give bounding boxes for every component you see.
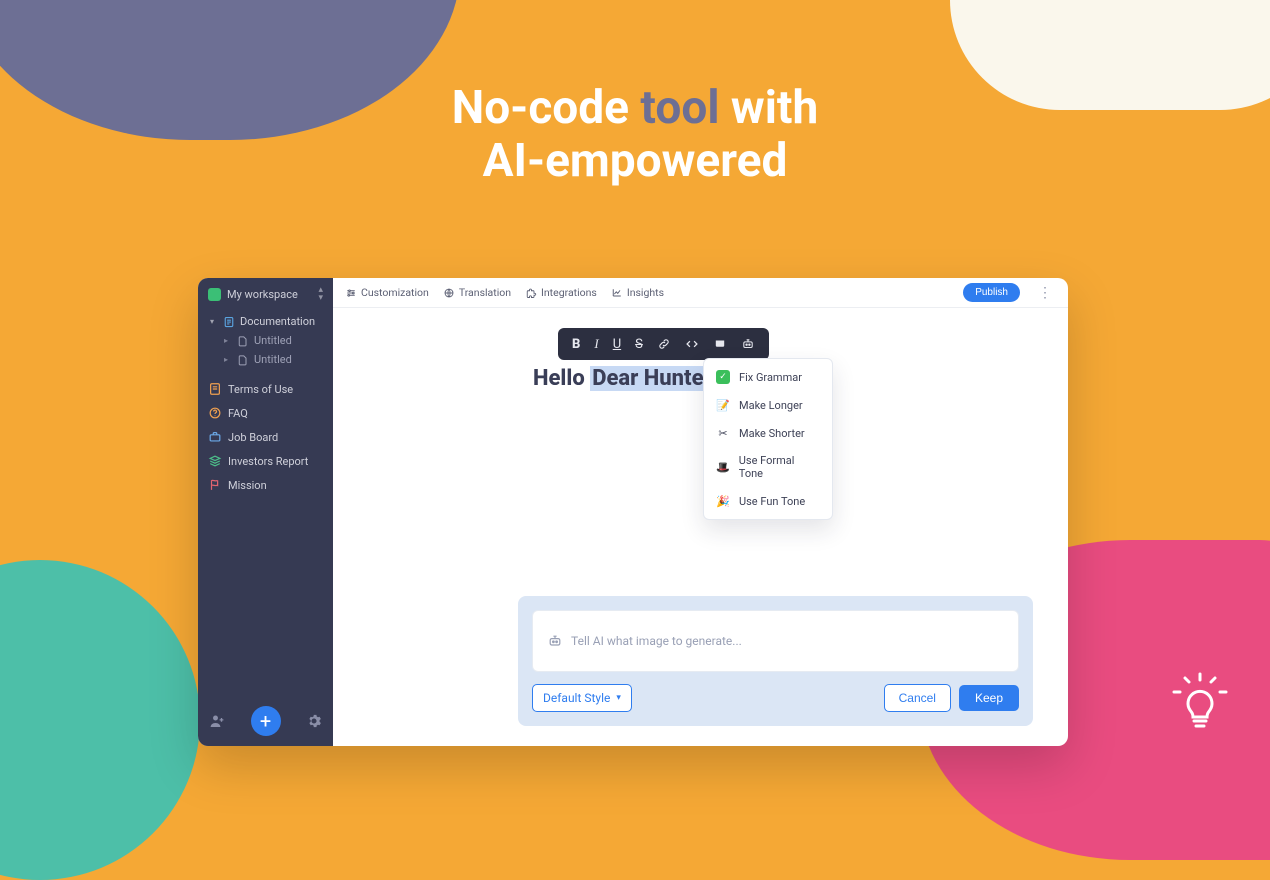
ai-item-label: Make Shorter: [739, 427, 805, 440]
sort-icon: ▴▾: [318, 286, 323, 302]
topbar: Customization Translation Integrations I…: [333, 278, 1068, 308]
ai-item-fun-tone[interactable]: 🎉 Use Fun Tone: [704, 487, 832, 515]
fill-button[interactable]: [713, 337, 727, 351]
globe-icon: [443, 287, 455, 299]
nav-item-faq[interactable]: FAQ: [198, 401, 333, 425]
nav-item-terms[interactable]: Terms of Use: [198, 377, 333, 401]
puzzle-icon: [525, 287, 537, 299]
cancel-button[interactable]: Cancel: [884, 684, 951, 712]
tab-customization[interactable]: Customization: [345, 286, 429, 299]
nav-item-label: FAQ: [228, 407, 248, 420]
chevron-down-icon: ▾: [616, 693, 621, 703]
editor-canvas[interactable]: B I U S Hello Dear Hunte ✓ Fix Grammar 📝: [333, 308, 1068, 746]
document-heading[interactable]: Hello Dear Hunte: [533, 366, 706, 391]
page-icon: [237, 354, 249, 366]
add-fab-button[interactable]: +: [251, 706, 281, 736]
nav-item-mission[interactable]: Mission: [198, 473, 333, 497]
tab-label: Translation: [459, 286, 511, 299]
document-tree: ▾ Documentation ▸ Untitled ▸ Untitled: [198, 310, 333, 371]
tree-item-child[interactable]: ▸ Untitled: [198, 350, 333, 369]
app-window: My workspace ▴▾ ▾ Documentation ▸ Untitl…: [198, 278, 1068, 746]
chart-line-icon: [611, 287, 623, 299]
workspace-name: My workspace: [227, 288, 298, 301]
tab-label: Integrations: [541, 286, 597, 299]
nav-item-label: Investors Report: [228, 455, 308, 468]
heading-text-selected: Dear Hunte: [590, 366, 705, 391]
tree-item-documentation[interactable]: ▾ Documentation: [198, 312, 333, 331]
publish-button[interactable]: Publish: [963, 283, 1020, 302]
invite-user-icon[interactable]: [208, 712, 226, 730]
document-icon: [208, 382, 222, 396]
top-hat-icon: 🎩: [716, 460, 730, 474]
briefcase-icon: [208, 430, 222, 444]
sliders-icon: [345, 287, 357, 299]
lightbulb-icon: [1168, 668, 1232, 732]
ai-item-make-shorter[interactable]: ✂ Make Shorter: [704, 419, 832, 447]
ai-item-label: Use Formal Tone: [739, 454, 820, 480]
underline-button[interactable]: U: [613, 337, 621, 352]
caret-right-icon: ▸: [224, 336, 232, 345]
ai-item-fix-grammar[interactable]: ✓ Fix Grammar: [704, 363, 832, 391]
ai-item-make-longer[interactable]: 📝 Make Longer: [704, 391, 832, 419]
tab-translation[interactable]: Translation: [443, 286, 511, 299]
sidebar: My workspace ▴▾ ▾ Documentation ▸ Untitl…: [198, 278, 333, 746]
caret-down-icon: ▾: [210, 317, 218, 326]
more-menu-icon[interactable]: ⋮: [1034, 285, 1056, 301]
style-select-label: Default Style: [543, 691, 610, 705]
workspace-switcher[interactable]: My workspace ▴▾: [198, 278, 333, 310]
tree-item-label: Untitled: [254, 353, 292, 366]
italic-button[interactable]: I: [594, 336, 598, 352]
main-pane: Customization Translation Integrations I…: [333, 278, 1068, 746]
question-icon: [208, 406, 222, 420]
code-button[interactable]: [685, 337, 699, 351]
hero-heading: No-code tool with AI-empowered: [0, 82, 1270, 188]
hero-text-1a: No-code: [452, 81, 641, 135]
nav-item-label: Job Board: [228, 431, 278, 444]
tab-insights[interactable]: Insights: [611, 286, 664, 299]
nav-item-jobboard[interactable]: Job Board: [198, 425, 333, 449]
nav-item-label: Mission: [228, 479, 267, 492]
ai-image-panel: Tell AI what image to generate... Defaul…: [518, 596, 1033, 726]
hero-text-2: AI-empowered: [0, 135, 1270, 188]
tree-item-child[interactable]: ▸ Untitled: [198, 331, 333, 350]
flag-icon: [208, 478, 222, 492]
robot-icon: [547, 633, 563, 649]
nav-item-investors[interactable]: Investors Report: [198, 449, 333, 473]
ai-prompt-placeholder: Tell AI what image to generate...: [571, 634, 742, 648]
ai-item-label: Fix Grammar: [739, 371, 802, 384]
link-button[interactable]: [657, 337, 671, 351]
nav-item-label: Terms of Use: [228, 383, 293, 396]
tab-label: Insights: [627, 286, 664, 299]
hero-accent: tool: [640, 81, 719, 135]
ai-robot-button[interactable]: [741, 337, 755, 351]
workspace-swatch-icon: [208, 288, 221, 301]
decorative-blob-teal: [0, 560, 200, 880]
ai-item-label: Make Longer: [739, 399, 803, 412]
bold-button[interactable]: B: [572, 337, 580, 352]
document-icon: [223, 316, 235, 328]
tab-integrations[interactable]: Integrations: [525, 286, 597, 299]
format-toolbar: B I U S: [558, 328, 769, 360]
keep-button[interactable]: Keep: [959, 685, 1019, 711]
party-icon: 🎉: [716, 494, 730, 508]
ai-item-formal-tone[interactable]: 🎩 Use Formal Tone: [704, 447, 832, 487]
tree-item-label: Untitled: [254, 334, 292, 347]
ai-item-label: Use Fun Tone: [739, 495, 805, 508]
ai-prompt-input[interactable]: Tell AI what image to generate...: [532, 610, 1019, 672]
style-select[interactable]: Default Style ▾: [532, 684, 632, 712]
tree-item-label: Documentation: [240, 315, 315, 328]
tab-label: Customization: [361, 286, 429, 299]
ai-actions-menu: ✓ Fix Grammar 📝 Make Longer ✂ Make Short…: [703, 358, 833, 520]
stack-icon: [208, 454, 222, 468]
hero-text-1b: with: [720, 81, 819, 135]
scissors-icon: ✂: [716, 426, 730, 440]
strike-button[interactable]: S: [635, 337, 643, 352]
page-icon: [237, 335, 249, 347]
heading-text-prefix: Hello: [533, 366, 590, 391]
settings-icon[interactable]: [305, 712, 323, 730]
note-icon: 📝: [716, 398, 730, 412]
check-icon: ✓: [716, 370, 730, 384]
caret-right-icon: ▸: [224, 355, 232, 364]
